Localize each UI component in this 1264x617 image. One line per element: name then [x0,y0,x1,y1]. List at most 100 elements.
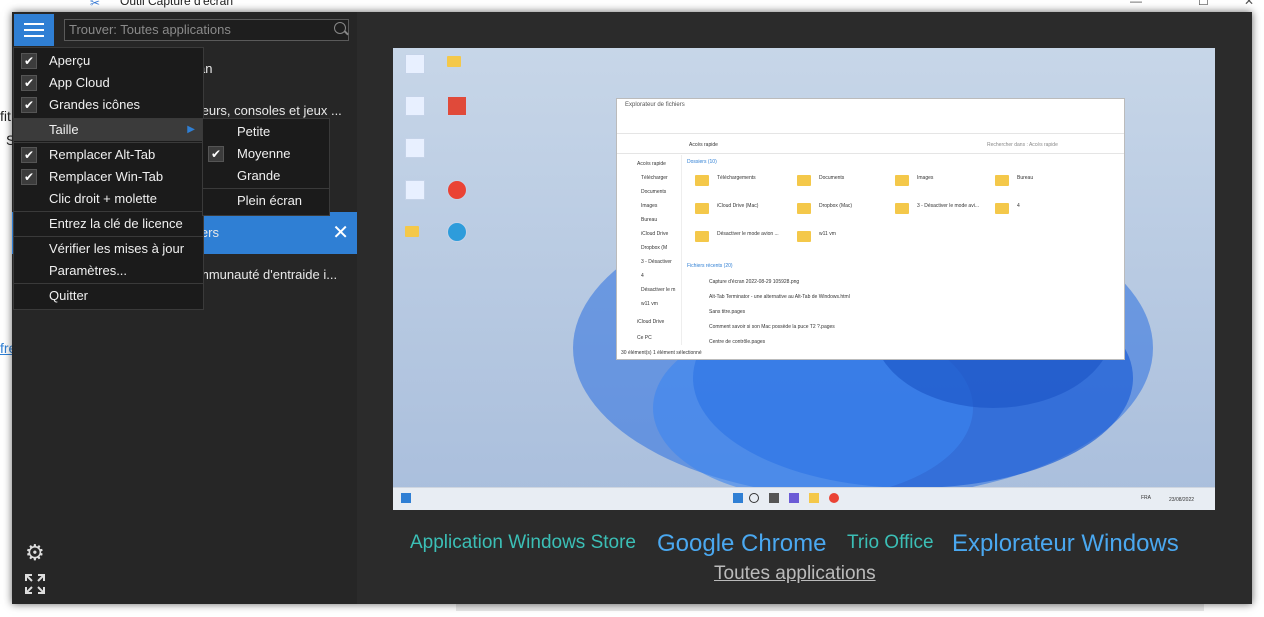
menu-item-label: Aperçu [49,53,91,68]
explorer-toolbar [617,115,1124,134]
menu-separator [14,211,203,212]
sidebar-item: iCloud Drive [641,231,669,237]
folder-icon [797,175,811,186]
recent-file: Alt-Tab Terminator - une alternative au … [709,294,850,300]
menu-item-remplacer-alt-tab[interactable]: ✔ Remplacer Alt-Tab [14,144,203,166]
edge-icon[interactable] [447,222,467,242]
fullscreen-icon[interactable] [25,574,45,594]
menu-item-label: Taille [49,122,79,137]
desktop-icon[interactable] [405,138,425,158]
folder-icon[interactable] [405,226,419,237]
folder-icon [995,203,1009,214]
chrome-icon[interactable] [447,180,467,200]
app-link-google-chrome[interactable]: Google Chrome [657,530,826,558]
close-icon[interactable]: ✕ [332,212,349,254]
folder-icon [895,203,909,214]
minimize-icon[interactable]: — [1130,0,1142,8]
submenu-item-label: Grande [237,168,281,183]
folder-name: w11 vm [819,231,836,237]
desktop-icon[interactable] [405,54,425,74]
main-context-menu: ✔ Aperçu ✔ App Cloud ✔ Grandes icônes Ta… [13,47,204,310]
recent-file: Capture d'écran 2022-08-29 105928.png [709,279,800,285]
menu-item-parametres[interactable]: Paramètres... [14,260,203,282]
gear-icon[interactable]: ⚙ [25,540,45,566]
app-link-explorateur-windows[interactable]: Explorateur Windows [952,530,1179,558]
search-input[interactable]: Trouver: Toutes applications [64,19,349,41]
submenu-item-grande[interactable]: Grande [203,165,329,187]
window-preview[interactable]: Explorateur de fichiers Accès rapide Rec… [393,48,1215,510]
app-link-trio-office[interactable]: Trio Office [847,532,934,554]
menu-item-label: Quitter [49,288,89,303]
menu-separator [14,142,203,143]
sidebar-item: 3 - Désactiver [641,259,672,265]
taskview-icon [769,493,779,503]
submenu-item-moyenne[interactable]: ✔ Moyenne [203,143,329,165]
taskbar-language: FRA [1141,495,1151,501]
submenu-item-label: Moyenne [237,146,291,161]
menu-item-quitter[interactable]: Quitter [14,285,203,307]
menu-item-taille[interactable]: Taille ▶ [14,119,203,141]
preview-taskbar: FRA 23/08/2022 [393,487,1215,510]
sidebar-item: w11 vm [641,301,658,307]
folder-name: Désactiver le mode avion ... [717,231,779,237]
folder-name: Dropbox (Mac) [819,203,853,209]
folder-icon [695,175,709,186]
folder-icon[interactable] [447,56,461,67]
folder-icon [695,203,709,214]
sidebar-item: Télécharger [641,175,668,181]
sidebar-item: 4 [641,273,644,279]
recent-header: Fichiers récents (20) [687,263,733,269]
folder-icon [995,175,1009,186]
hamburger-icon [24,29,44,31]
folder-name: 3 - Désactiver le mode avi... [917,203,979,209]
background-window-title: Outil Capture d'écran [120,0,234,8]
menu-separator [203,188,329,189]
search-icon[interactable] [334,22,346,34]
search-icon [749,493,759,503]
checkbox-checked[interactable]: ✔ [21,147,37,163]
menu-item-label: Remplacer Alt-Tab [49,147,156,162]
all-applications-link[interactable]: Toutes applications [714,563,876,585]
menu-item-label: Paramètres... [49,263,128,278]
submenu-item-label: Plein écran [237,193,303,208]
maximize-icon[interactable]: ☐ [1198,0,1209,8]
menu-item-remplacer-win-tab[interactable]: ✔ Remplacer Win-Tab [14,166,203,188]
menu-item-clic-droit-molette[interactable]: Clic droit + molette [14,188,203,210]
explorer-address: Accès rapide [689,142,718,148]
submenu-item-label: Petite [237,124,271,139]
start-icon [733,493,743,503]
checkbox-checked[interactable]: ✔ [21,53,37,69]
menu-item-app-cloud[interactable]: ✔ App Cloud [14,72,203,94]
close-icon[interactable]: ✕ [1244,0,1254,8]
hamburger-menu-button[interactable] [14,14,54,46]
submenu-item-petite[interactable]: Petite [203,121,329,143]
menu-item-grandes-icones[interactable]: ✔ Grandes icônes [14,94,203,116]
app-link-windows-store[interactable]: Application Windows Store [410,532,636,554]
desktop-icon[interactable] [405,180,425,200]
folder-name: Bureau [1017,175,1034,181]
explorer-window-thumbnail: Explorateur de fichiers Accès rapide Rec… [616,98,1125,360]
menu-item-label: Entrez la clé de licence [49,216,183,231]
menu-item-apercu[interactable]: ✔ Aperçu [14,50,203,72]
menu-item-licence[interactable]: Entrez la clé de licence [14,213,203,235]
sidebar-item: Documents [641,189,667,195]
submenu-item-plein-ecran[interactable]: Plein écran [203,190,329,212]
folder-name: Documents [819,175,845,181]
chat-icon [789,493,799,503]
checkbox-checked[interactable]: ✔ [21,169,37,185]
menu-separator [14,236,203,237]
recent-file: Sans titre.pages [709,309,746,315]
folder-name: Téléchargements [717,175,756,181]
menu-item-label: Vérifier les mises à jour [49,241,185,256]
folder-name: 4 [1017,203,1020,209]
pdf-icon[interactable] [447,96,467,116]
desktop-icon[interactable] [405,96,425,116]
size-submenu: Petite ✔ Moyenne Grande Plein écran [202,118,330,216]
explorer-status: 30 élément(s) 1 élément sélectionné [621,350,702,356]
checkbox-checked[interactable]: ✔ [208,146,224,162]
sidebar-item: Images [641,203,658,209]
menu-item-label: Grandes icônes [49,97,141,112]
checkbox-checked[interactable]: ✔ [21,75,37,91]
checkbox-checked[interactable]: ✔ [21,97,37,113]
menu-item-mises-a-jour[interactable]: Vérifier les mises à jour [14,238,203,260]
